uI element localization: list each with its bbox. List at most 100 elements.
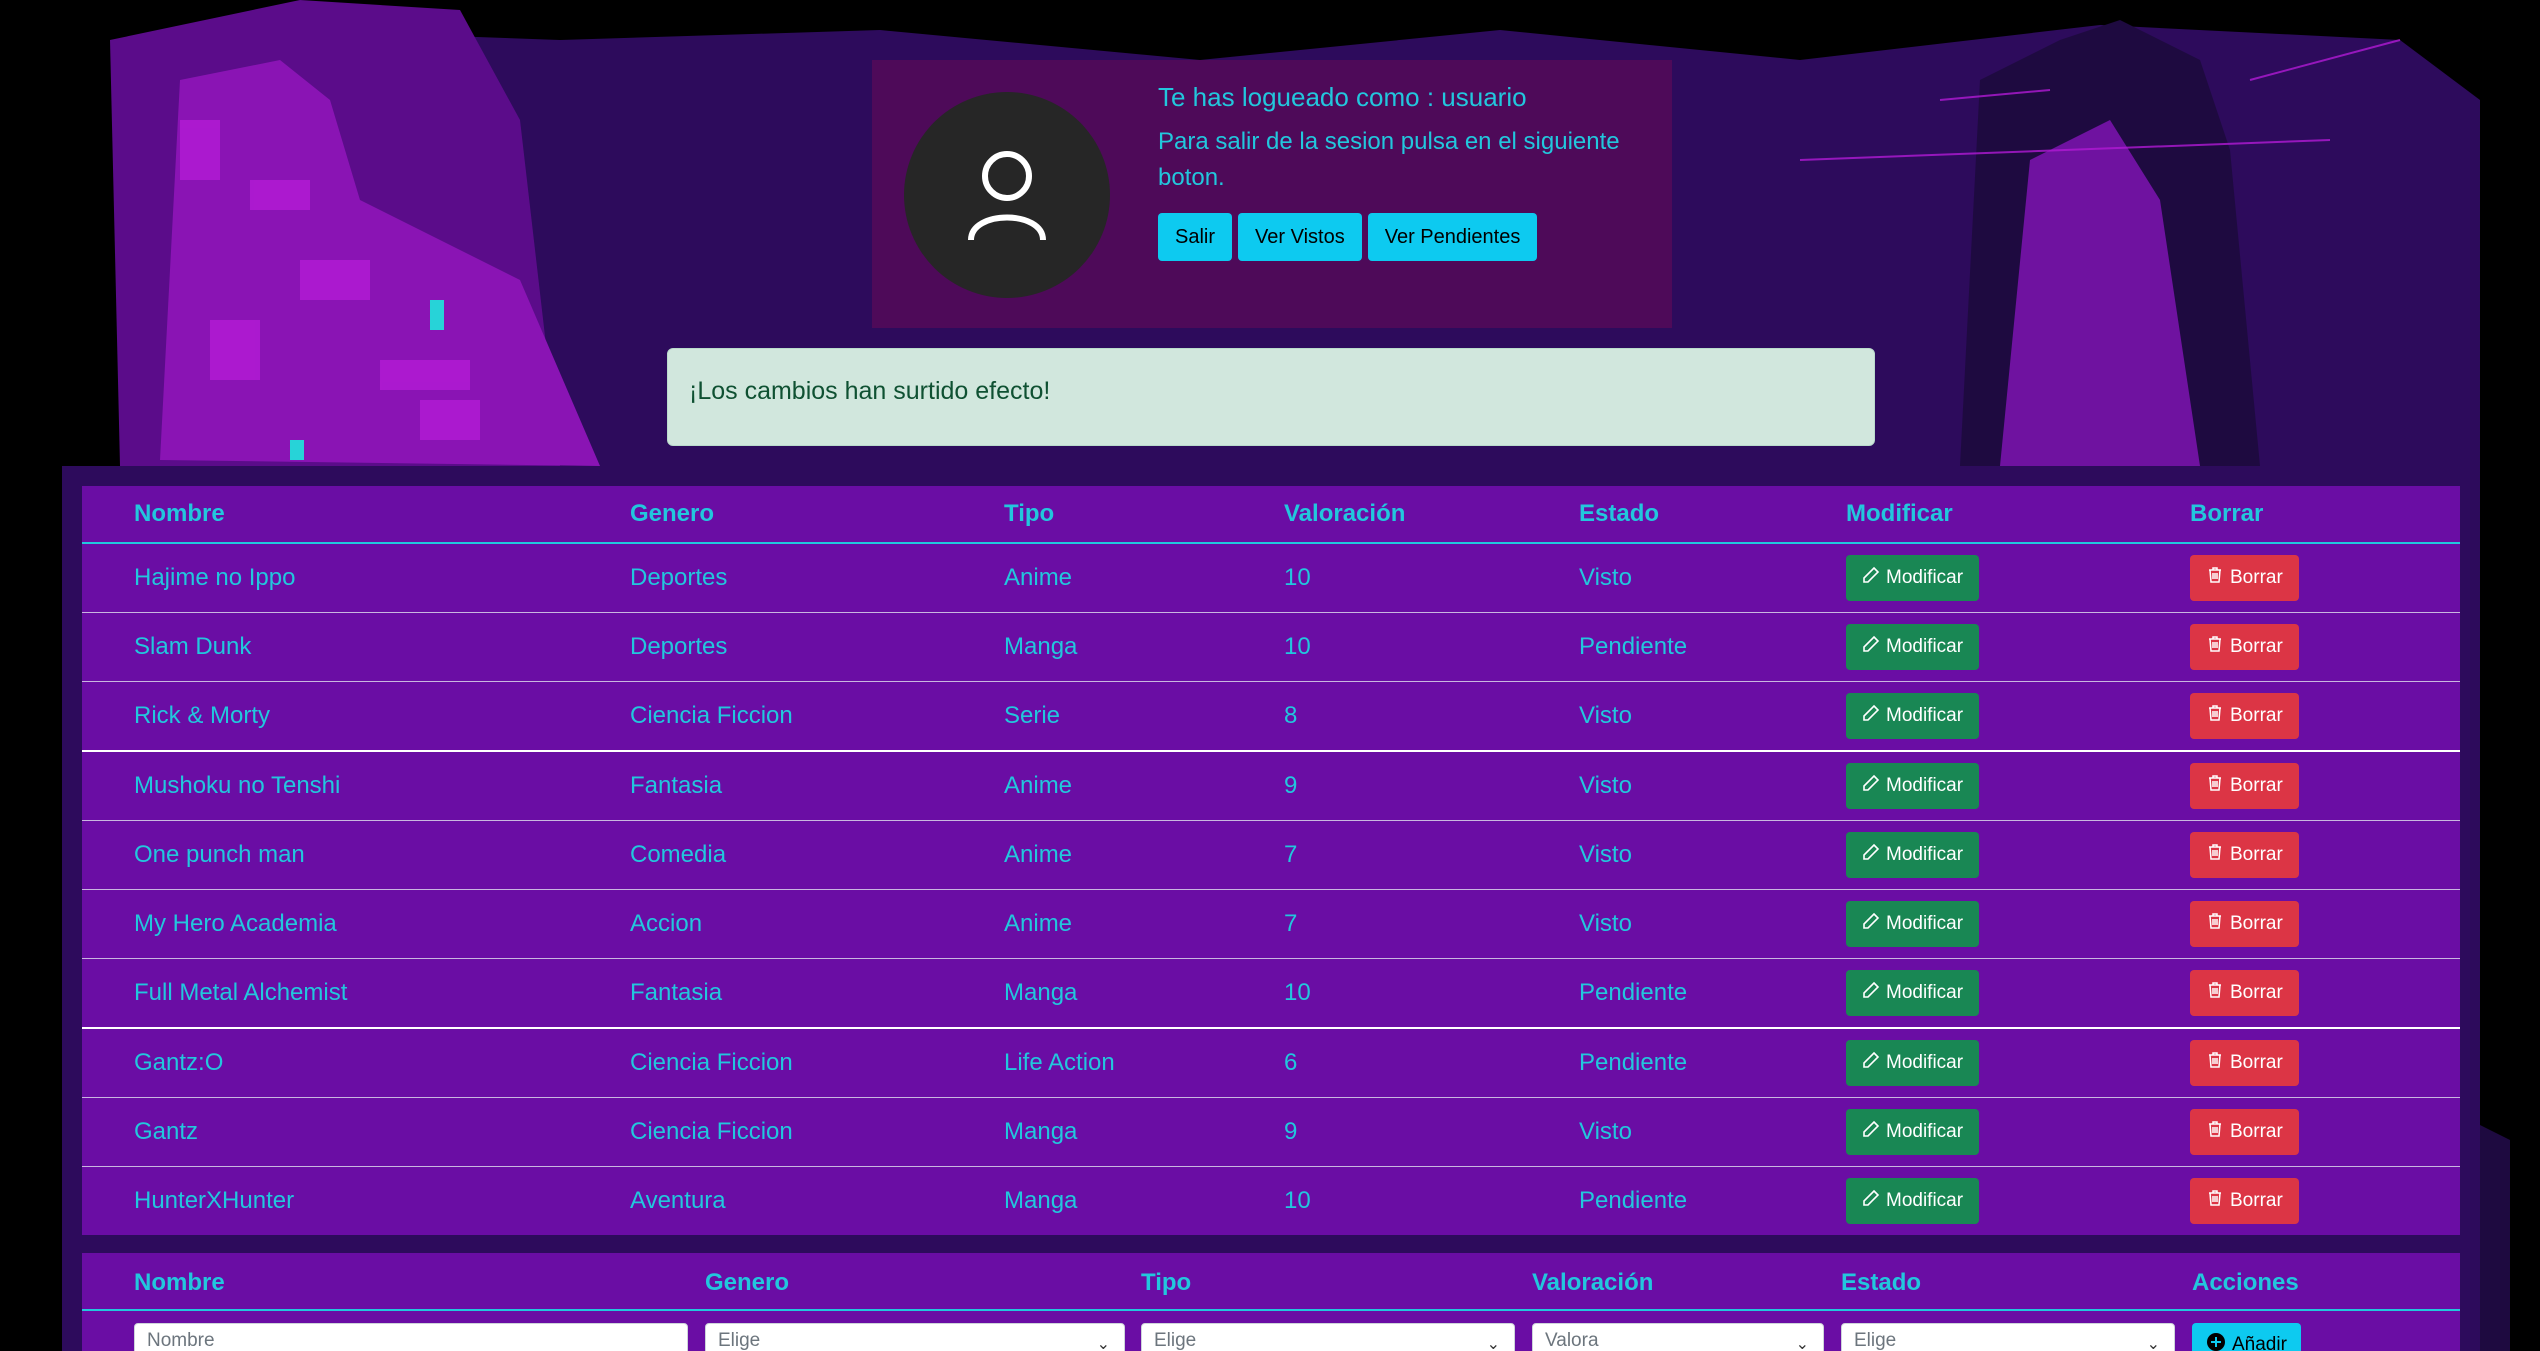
col-genero: Genero [630, 486, 1004, 544]
trash-icon [2206, 635, 2224, 659]
valoracion-select[interactable]: Valora ⌄ [1532, 1323, 1824, 1351]
modify-button[interactable]: Modificar [1846, 832, 1980, 878]
pencil-icon [1862, 843, 1880, 867]
cell-genero: Deportes [630, 542, 1004, 613]
delete-button[interactable]: Borrar [2190, 1109, 2299, 1155]
delete-button[interactable]: Borrar [2190, 1178, 2299, 1224]
form-divider [82, 1309, 2460, 1311]
table-row: Full Metal Alchemist Fantasia Manga 10 Pendi… [82, 958, 2460, 1028]
cell-borrar: Borrar [2190, 1097, 2460, 1167]
cell-tipo: Manga [1004, 1097, 1284, 1167]
modify-button[interactable]: Modificar [1846, 1109, 1980, 1155]
delete-button[interactable]: Borrar [2190, 763, 2299, 809]
cell-genero: Ciencia Ficcion [630, 681, 1004, 751]
chevron-down-icon: ⌄ [1096, 1336, 1110, 1351]
delete-button[interactable]: Borrar [2190, 901, 2299, 947]
chevron-down-icon: ⌄ [2146, 1336, 2160, 1351]
cell-estado: Visto [1579, 542, 1846, 613]
avatar [904, 92, 1110, 298]
cell-nombre: Mushoku no Tenshi [82, 750, 630, 821]
success-alert: ¡Los cambios han surtido efecto! [667, 348, 1875, 446]
modify-button[interactable]: Modificar [1846, 1040, 1980, 1086]
cell-nombre: Rick & Morty [82, 681, 630, 751]
delete-label: Borrar [2230, 844, 2283, 865]
modify-label: Modificar [1886, 705, 1964, 726]
cell-tipo: Manga [1004, 612, 1284, 682]
modify-label: Modificar [1886, 636, 1964, 657]
add-button[interactable]: Añadir [2192, 1323, 2301, 1351]
trash-icon [2206, 981, 2224, 1005]
cell-estado: Visto [1579, 820, 1846, 890]
table-row: Hajime no Ippo Deportes Anime 10 Visto Modifi… [82, 542, 2460, 613]
form-col-genero: Genero [705, 1269, 790, 1296]
col-tipo: Tipo [1004, 486, 1284, 544]
modify-button[interactable]: Modificar [1846, 693, 1980, 739]
cell-borrar: Borrar [2190, 820, 2460, 890]
nombre-input[interactable]: Nombre [134, 1323, 688, 1351]
cell-tipo: Manga [1004, 958, 1284, 1028]
cell-genero: Fantasia [630, 958, 1004, 1028]
table-row: One punch man Comedia Anime 7 Visto Modificar… [82, 820, 2460, 890]
delete-button[interactable]: Borrar [2190, 970, 2299, 1016]
delete-button[interactable]: Borrar [2190, 624, 2299, 670]
modify-button[interactable]: Modificar [1846, 555, 1980, 601]
table-row: Mushoku no Tenshi Fantasia Anime 9 Visto Modi… [82, 750, 2460, 821]
genero-select[interactable]: Elige ⌄ [705, 1323, 1125, 1351]
cell-valoracion: 10 [1284, 542, 1579, 613]
trash-icon [2206, 1120, 2224, 1144]
valoracion-value: Valora [1545, 1330, 1599, 1351]
cell-genero: Deportes [630, 612, 1004, 682]
cell-estado: Visto [1579, 889, 1846, 959]
login-title: Te has logueado como : usuario [1158, 82, 1527, 112]
cell-valoracion: 7 [1284, 820, 1579, 890]
delete-button[interactable]: Borrar [2190, 555, 2299, 601]
add-form: Nombre Genero Tipo Valoración Estado Acc… [82, 1253, 2460, 1351]
col-estado: Estado [1579, 486, 1846, 544]
estado-value: Elige [1854, 1330, 1897, 1351]
plus-circle-icon [2206, 1332, 2226, 1351]
modify-label: Modificar [1886, 567, 1964, 588]
estado-select[interactable]: Elige ⌄ [1841, 1323, 2175, 1351]
pencil-icon [1862, 704, 1880, 728]
delete-label: Borrar [2230, 705, 2283, 726]
modify-button[interactable]: Modificar [1846, 970, 1980, 1016]
delete-button[interactable]: Borrar [2190, 693, 2299, 739]
cell-modificar: Modificar [1846, 1097, 2190, 1167]
tipo-value: Elige [1154, 1330, 1197, 1351]
pending-button[interactable]: Ver Pendientes [1367, 213, 1538, 261]
form-col-acciones: Acciones [2192, 1269, 2299, 1296]
delete-label: Borrar [2230, 1052, 2283, 1073]
table-row: Rick & Morty Ciencia Ficcion Serie 8 Visto Mo… [82, 681, 2460, 751]
cell-borrar: Borrar [2190, 750, 2460, 821]
modify-button[interactable]: Modificar [1846, 763, 1980, 809]
modify-label: Modificar [1886, 844, 1964, 865]
modify-label: Modificar [1886, 775, 1964, 796]
cell-nombre: One punch man [82, 820, 630, 890]
logout-button[interactable]: Salir [1158, 213, 1233, 261]
modify-button[interactable]: Modificar [1846, 901, 1980, 947]
modify-button[interactable]: Modificar [1846, 1178, 1980, 1224]
cell-modificar: Modificar [1846, 889, 2190, 959]
cell-valoracion: 10 [1284, 958, 1579, 1028]
modify-label: Modificar [1886, 913, 1964, 934]
modify-label: Modificar [1886, 982, 1964, 1003]
delete-button[interactable]: Borrar [2190, 1040, 2299, 1086]
cell-estado: Pendiente [1579, 958, 1846, 1028]
tipo-select[interactable]: Elige ⌄ [1141, 1323, 1515, 1351]
cell-tipo: Anime [1004, 542, 1284, 613]
col-modificar: Modificar [1846, 486, 2190, 544]
pencil-icon [1862, 1189, 1880, 1213]
alert-message: ¡Los cambios han surtido efecto! [689, 377, 1051, 405]
cell-modificar: Modificar [1846, 1166, 2190, 1235]
modify-button[interactable]: Modificar [1846, 624, 1980, 670]
delete-button[interactable]: Borrar [2190, 832, 2299, 878]
trash-icon [2206, 912, 2224, 936]
cell-valoracion: 6 [1284, 1027, 1579, 1098]
modify-label: Modificar [1886, 1190, 1964, 1211]
cell-borrar: Borrar [2190, 542, 2460, 613]
seen-button[interactable]: Ver Vistos [1238, 213, 1362, 261]
pencil-icon [1862, 1120, 1880, 1144]
cell-nombre: Full Metal Alchemist [82, 958, 630, 1028]
cell-borrar: Borrar [2190, 612, 2460, 682]
cell-estado: Pendiente [1579, 612, 1846, 682]
